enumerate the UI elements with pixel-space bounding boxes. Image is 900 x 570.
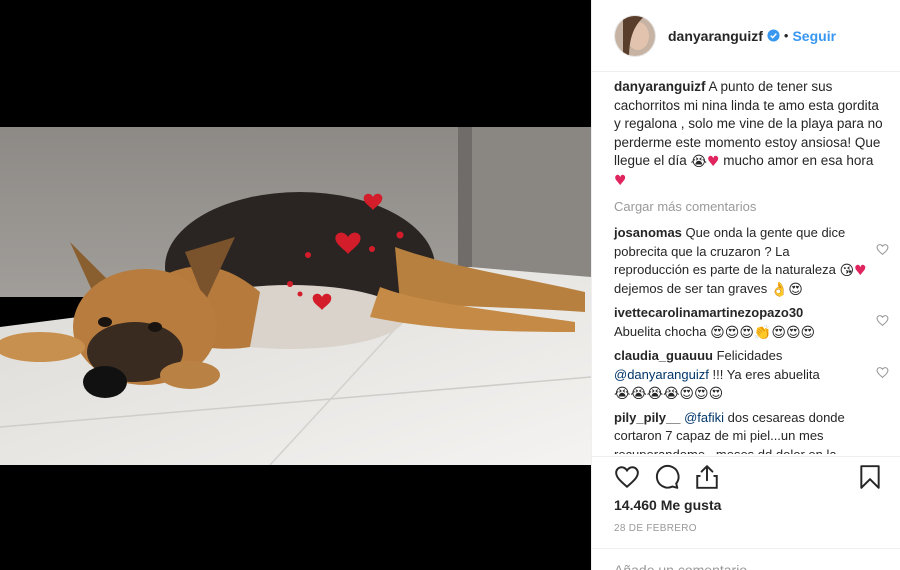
comment-text: Abuelita chocha [614,323,707,339]
crying-face-emoji-icon: 😭 [690,154,707,170]
crying-face-emoji-icon: 😭😭😭😭😍😍😍 [614,386,724,402]
load-more-comments-link[interactable]: Cargar más comentarios [614,199,889,214]
kissing-face-emoji-icon: 😘 [839,263,855,279]
comment-username[interactable]: claudia_guauuu [614,348,713,363]
follow-button[interactable]: Seguir [792,28,836,44]
comment-mention-link[interactable]: @fafiki [684,410,724,425]
post-caption: danyaranguizf A punto de tener sus cacho… [614,78,889,189]
red-heart-emoji-icon: ♥ [706,154,720,170]
comment-item: josanomas Que onda la gente que dice pob… [614,224,889,298]
comment-username[interactable]: josanomas [614,225,682,240]
comment-text: Felicidades [716,348,783,363]
avatar[interactable] [614,14,656,57]
post-date[interactable]: 28 DE FEBRERO [614,523,697,534]
post-media[interactable] [0,0,591,570]
add-comment-input[interactable]: Añade un comentario... [592,548,900,570]
post-actions-bar [592,456,900,496]
heart-eyes-emoji-icon: 😍😍😍👏😍😍😍 [710,324,816,341]
caption-username[interactable]: danyaranguizf [614,79,706,94]
header-username[interactable]: danyaranguizf [668,28,763,44]
comment-item: ivettecarolinamartinezopazo30 Abuelita c… [614,304,889,341]
verified-badge-icon [767,29,780,42]
bookmark-icon[interactable] [857,464,883,490]
red-heart-emoji-icon: ♥ [854,263,867,279]
likes-count[interactable]: 14.460 Me gusta [614,497,721,513]
comments-list[interactable]: danyaranguizf A punto de tener sus cacho… [592,78,900,454]
comment-item: pily_pily__ @fafiki dos cesareas donde c… [614,409,889,455]
comment-username[interactable]: ivettecarolinamartinezopazo30 [614,305,803,320]
heart-eyes-emoji-icon: 😍 [788,281,803,298]
comment-username[interactable]: pily_pily__ [614,410,680,425]
caption-text-after: mucho amor en esa hora [723,153,874,168]
red-heart-emoji-icon: ♥ [614,172,627,189]
comment-like-heart-icon[interactable] [876,243,889,256]
ok-hand-emoji-icon: 👌 [770,281,789,298]
dog-photo-image [0,127,591,465]
comment-text-2: !!! Ya eres abuelita [712,366,820,382]
comment-like-heart-icon[interactable] [876,366,889,379]
share-icon[interactable] [694,464,720,490]
comment-item: claudia_guauuu Felicidades @danyaranguiz… [614,347,889,403]
comment-mention-link[interactable]: @danyaranguizf [614,367,709,382]
like-heart-icon[interactable] [614,464,640,490]
comment-bubble-icon[interactable] [654,464,680,490]
post-header: danyaranguizf • Seguir [592,0,900,72]
post-details-panel: danyaranguizf • Seguir danyaranguizf A p… [591,0,900,570]
header-separator: • [783,28,789,43]
post-photo[interactable] [0,127,591,465]
comment-like-heart-icon[interactable] [876,314,889,327]
comment-text-2: dejemos de ser tan graves [614,280,768,296]
